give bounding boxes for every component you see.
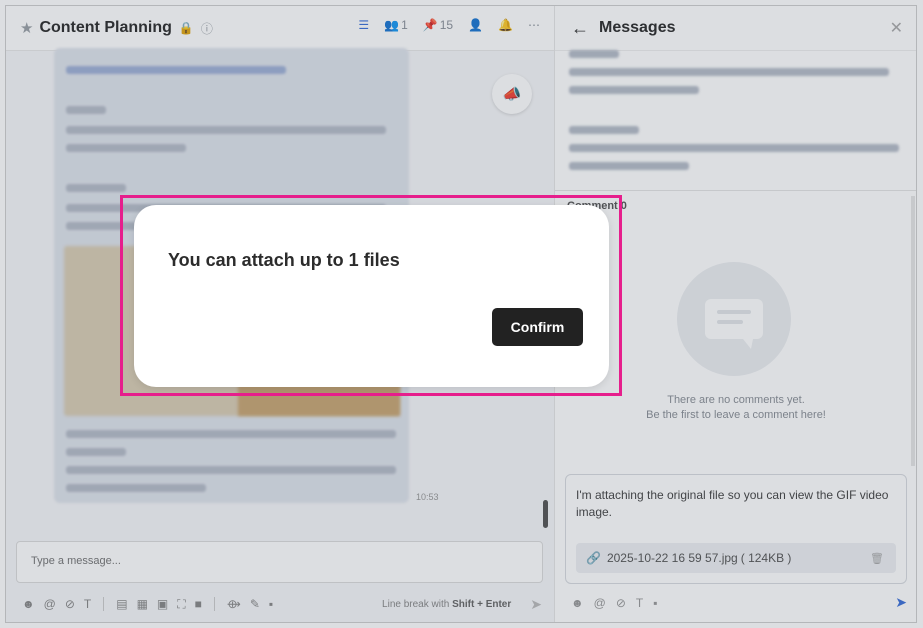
- alert-dialog: You can attach up to 1 files Confirm: [134, 205, 609, 387]
- confirm-button[interactable]: Confirm: [492, 308, 583, 346]
- dialog-message: You can attach up to 1 files: [168, 250, 400, 270]
